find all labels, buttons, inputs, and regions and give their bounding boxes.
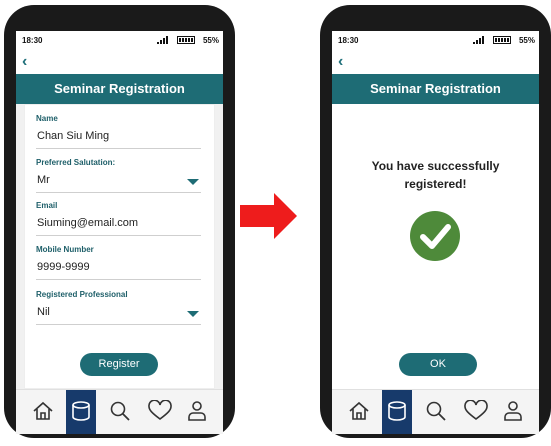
professional-field[interactable]: Registered Professional Nil [36,290,201,325]
email-input[interactable]: Siuming@email.com [36,217,201,236]
battery-percent: 55% [518,36,535,45]
page-title: Seminar Registration [16,74,223,104]
nav-search[interactable] [421,390,451,434]
nav-profile[interactable] [182,390,212,434]
nav-home[interactable] [344,390,374,434]
page-title: Seminar Registration [332,74,539,104]
battery-percent: 55% [202,36,219,45]
battery-icon [493,36,511,44]
email-field[interactable]: Email Siuming@email.com [36,201,201,236]
professional-value: Nil [37,306,50,318]
salutation-field[interactable]: Preferred Salutation: Mr [36,158,201,193]
nav-favorites[interactable] [460,390,490,434]
chevron-down-icon[interactable] [187,179,199,185]
heart-icon [464,400,488,421]
database-icon [388,401,406,421]
user-icon [504,401,522,421]
professional-select[interactable]: Nil [36,306,201,325]
bottom-nav [332,389,539,434]
signal-icon [157,36,168,44]
home-icon [349,401,369,420]
status-bar: 18:30 55% [16,31,223,53]
status-bar: 18:30 55% [332,31,539,53]
name-input[interactable]: Chan Siu Ming [36,130,201,149]
salutation-value: Mr [37,174,50,186]
search-icon [110,401,130,421]
phone-frame-right: 18:30 55% ‹ Seminar Registration You hav… [320,5,551,438]
success-message-line2: registered! [404,177,467,191]
email-label: Email [36,201,58,210]
salutation-select[interactable]: Mr [36,174,201,193]
status-time: 18:30 [22,36,43,45]
heart-icon [148,400,172,421]
registration-screen: 18:30 55% ‹ Seminar Registration Name Ch… [16,31,223,434]
checkmark-icon [410,211,460,261]
mobile-label: Mobile Number [36,245,94,254]
salutation-label: Preferred Salutation: [36,158,116,167]
professional-label: Registered Professional [36,290,128,299]
chevron-down-icon[interactable] [187,311,199,317]
signal-icon [473,36,484,44]
mobile-input[interactable]: 9999-9999 [36,261,201,280]
back-button[interactable]: ‹ [22,54,27,70]
nav-profile[interactable] [498,390,528,434]
ok-button[interactable]: OK [399,353,477,376]
nav-search[interactable] [105,390,135,434]
nav-favorites[interactable] [144,390,174,434]
nav-database[interactable] [382,390,412,434]
name-field[interactable]: Name Chan Siu Ming [36,114,201,149]
search-icon [426,401,446,421]
back-button[interactable]: ‹ [338,54,343,70]
database-icon [72,401,90,421]
user-icon [188,401,206,421]
registration-form: Name Chan Siu Ming Preferred Salutation:… [24,104,215,389]
bottom-nav [16,389,223,434]
mobile-field[interactable]: Mobile Number 9999-9999 [36,245,201,280]
nav-home[interactable] [28,390,58,434]
battery-icon [177,36,195,44]
name-label: Name [36,114,58,123]
status-time: 18:30 [338,36,359,45]
register-button[interactable]: Register [80,353,158,376]
success-message-line1: You have successfully [371,159,500,173]
phone-frame-left: 18:30 55% ‹ Seminar Registration Name Ch… [4,5,235,438]
home-icon [33,401,53,420]
arrow-right-icon [240,193,297,239]
nav-database[interactable] [66,390,96,434]
success-message: You have successfully registered! [332,157,539,193]
confirmation-screen: 18:30 55% ‹ Seminar Registration You hav… [332,31,539,434]
